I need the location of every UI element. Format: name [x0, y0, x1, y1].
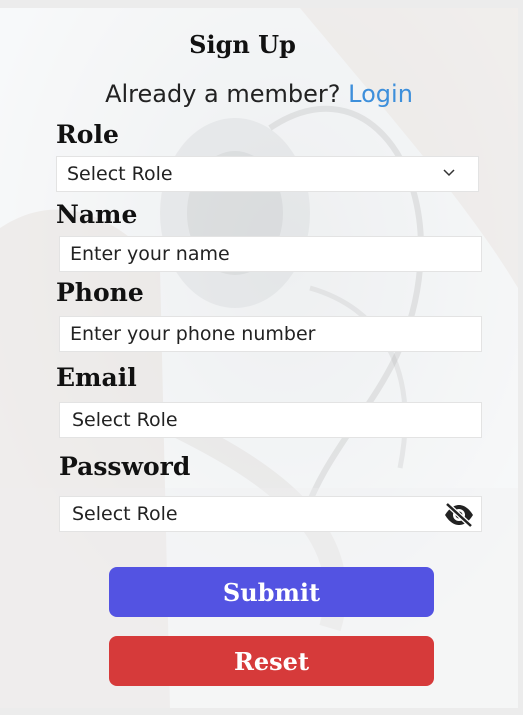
eye-slash-icon[interactable] [443, 501, 475, 529]
role-select[interactable]: Select Role [56, 156, 479, 192]
phone-field[interactable]: Enter your phone number [59, 316, 482, 352]
email-field[interactable]: Select Role [59, 402, 482, 438]
phone-field-placeholder: Enter your phone number [70, 323, 316, 345]
role-label: Role [56, 120, 119, 149]
name-field-placeholder: Enter your name [70, 243, 230, 265]
name-label: Name [56, 200, 138, 229]
member-prompt-text: Already a member? [105, 80, 341, 108]
role-select-value: Select Role [67, 163, 173, 185]
email-field-value: Select Role [72, 409, 178, 431]
submit-button[interactable]: Submit [109, 567, 434, 617]
member-prompt: Already a member? Login [0, 80, 518, 108]
page-title: Sign Up [189, 30, 296, 59]
chevron-down-icon [443, 169, 455, 177]
password-field[interactable]: Select Role [59, 496, 482, 532]
password-field-value: Select Role [72, 503, 178, 525]
email-label: Email [56, 363, 137, 392]
reset-button[interactable]: Reset [109, 636, 434, 686]
password-label: Password [59, 452, 191, 481]
signup-page: Sign Up Already a member? Login Role Sel… [0, 0, 523, 715]
name-field[interactable]: Enter your name [59, 236, 482, 272]
phone-label: Phone [56, 278, 144, 307]
login-link[interactable]: Login [348, 80, 413, 108]
